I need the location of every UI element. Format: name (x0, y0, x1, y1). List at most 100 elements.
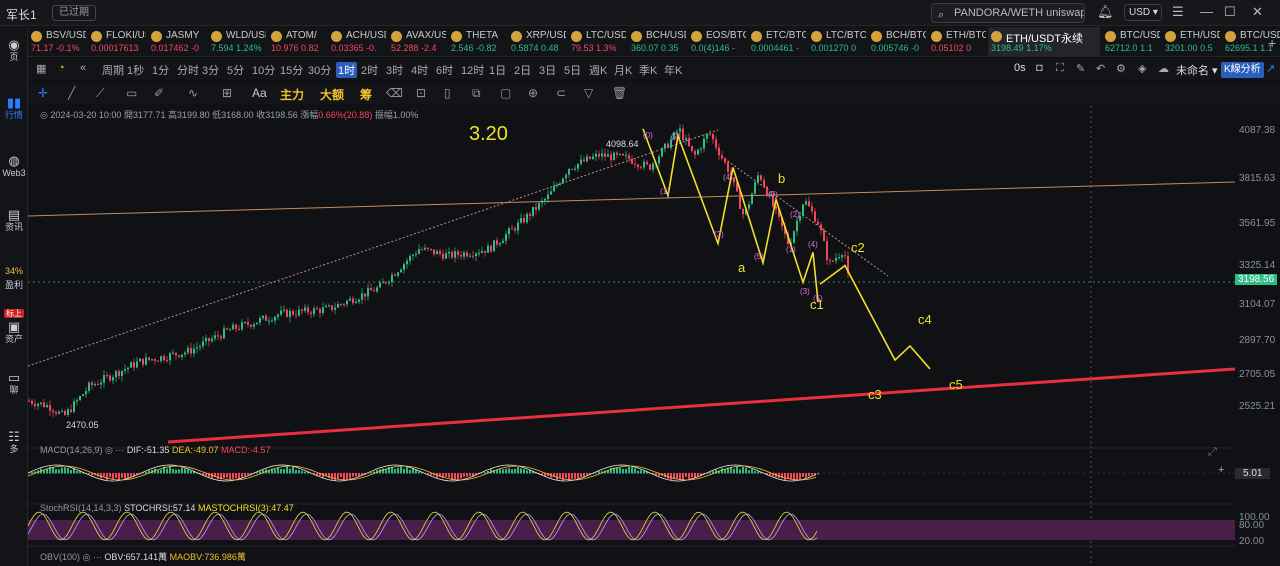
timeframe-3[interactable]: 分时 (177, 62, 199, 78)
sidebar-item-web3[interactable]: ◍ Web3 (0, 154, 28, 179)
lock-icon[interactable]: ⊡ (416, 86, 426, 100)
panel-expand-icon[interactable]: ⤢ (1208, 446, 1217, 459)
timeframe-6[interactable]: 10分 (252, 62, 275, 78)
rect-tool-icon[interactable]: ▭ (126, 86, 137, 100)
ticker-item[interactable]: BTC/USD 62712.0 1.1 (1102, 27, 1160, 56)
timeframe-8[interactable]: 30分 (308, 62, 331, 78)
ticker-item[interactable]: FLOKI/USD0.00017613 (88, 27, 146, 56)
cloud-icon[interactable]: ☁ (1158, 62, 1169, 75)
period-back-icon[interactable]: « (80, 62, 86, 74)
pen-tool-icon[interactable]: ✐ (154, 86, 164, 100)
filter-icon[interactable]: ▽ (584, 86, 593, 100)
price-axis[interactable]: 3198.56 5.01 100.00 80.00 20.00 4087.38 3… (1235, 106, 1280, 566)
ticker-item[interactable]: ATOM/10.976 0.82 (268, 27, 326, 56)
copy-icon[interactable]: ⧉ (472, 86, 481, 101)
wave-tool-icon[interactable]: ∿ (188, 86, 198, 100)
kline-analysis-button[interactable]: K線分析 (1221, 62, 1264, 78)
line-tool-icon[interactable]: ╱ (68, 86, 75, 100)
crosshair-icon[interactable]: ✛ (38, 86, 48, 100)
timeframe-7[interactable]: 15分 (280, 62, 303, 78)
sidebar-item-news[interactable]: ▤ 资讯 (0, 208, 28, 233)
delete-icon[interactable]: 🗑︎ (612, 86, 627, 100)
price-chart[interactable]: 3.20 4098.64 2470.05 a b c1 c2 c3 c4 c5 … (28, 106, 1235, 566)
ticker-item[interactable]: ACH/USD0.03365 -0. (328, 27, 386, 56)
text-tool[interactable]: Aa (252, 86, 267, 100)
timeframe-13[interactable]: 6时 (436, 62, 453, 78)
candle (235, 324, 237, 329)
timeframe-14[interactable]: 12时 (461, 62, 484, 78)
timeframe-17[interactable]: 3日 (539, 62, 556, 78)
ticker-item[interactable]: THETA 2.546 -0.82 (448, 27, 506, 56)
timeframe-18[interactable]: 5日 (564, 62, 581, 78)
eraser-icon[interactable]: ⌫ (386, 86, 403, 100)
clock-icon[interactable]: ◔ (58, 62, 65, 74)
sidebar-item-more[interactable]: ☷ 多 (0, 430, 28, 455)
timeframe-12[interactable]: 4时 (411, 62, 428, 78)
sidebar-item-profit[interactable]: 盈利 (0, 279, 28, 291)
main-force-tool[interactable]: 主力 (280, 86, 304, 103)
window-menu-icon[interactable]: ☰ (1172, 4, 1184, 20)
ticker-item[interactable]: ETH/USDT永续 3198.49 1.17% (988, 27, 1100, 56)
cube-icon[interactable]: ◈ (1138, 62, 1146, 75)
measure-tool-icon[interactable]: ⊞ (222, 86, 232, 100)
ticker-item[interactable]: LTC/BTC 0.001270 0 (808, 27, 866, 56)
candle (829, 260, 831, 262)
close-icon[interactable]: ✕ (1252, 4, 1263, 20)
ticker-item[interactable]: ETC/BTC 0.0004461 - (748, 27, 806, 56)
ray-tool-icon[interactable]: ⟋ (96, 86, 104, 101)
ticker-item[interactable]: WLD/USD7.594 1.24% (208, 27, 266, 56)
currency-select[interactable]: USD ▾ (1124, 4, 1162, 21)
sidebar-item-asset[interactable]: ▣ 资产 (0, 320, 28, 345)
timeframe-22[interactable]: 年K (664, 62, 682, 78)
calendar-icon[interactable]: ▦ (36, 62, 46, 75)
ticker-item[interactable]: LTC/USD 79.53 1.3% (568, 27, 626, 56)
ticker-item[interactable]: AVAX/USD52.288 -2.4 (388, 27, 446, 56)
ticker-item[interactable]: EOS/BTC 0.0(4)146 - (688, 27, 746, 56)
timeframe-2[interactable]: 1分 (152, 62, 169, 78)
maximize-icon[interactable]: ☐ (1224, 4, 1236, 20)
sidebar-item-home[interactable]: ◉ 页 (0, 38, 28, 63)
ticker-item[interactable]: XRP/USD0.5874 0.48 (508, 27, 566, 56)
timeframe-11[interactable]: 3时 (386, 62, 403, 78)
sidebar-item-market[interactable]: ▮▮ 行情 (0, 96, 28, 121)
ticker-item[interactable]: BSV/USD 71.17 -0.1% (28, 27, 86, 56)
edit-icon[interactable]: ✎ (1076, 62, 1085, 75)
ticker-item[interactable]: ETH/BTC 0.05102 0 (928, 27, 986, 56)
candle-icon[interactable]: ▯ (444, 86, 451, 100)
ticker-item[interactable]: JASMY 0.017462 -0 (148, 27, 206, 56)
fullscreen-icon[interactable]: ⛶ (1056, 62, 1064, 75)
sidebar-item-chat[interactable]: ▭ 聊 (0, 371, 28, 396)
layout-name[interactable]: 未命名 ▾ (1176, 62, 1218, 78)
timeframe-1[interactable]: 1秒 (127, 62, 144, 78)
zoom-icon[interactable]: ⊕ (528, 86, 538, 100)
clipboard-icon[interactable]: ▢ (500, 86, 511, 100)
timeframe-4[interactable]: 3分 (202, 62, 219, 78)
ticker-item[interactable]: ETH/USD 3201.00 0.5 (1162, 27, 1220, 56)
ticker-item[interactable]: BCH/BTC 0.005746 -0 (868, 27, 926, 56)
add-indicator-icon[interactable]: + (1218, 464, 1224, 476)
ticker-item[interactable]: BCH/USD360.07 0.35 (628, 27, 686, 56)
candle (565, 174, 567, 179)
undo-icon[interactable]: ↶ (1096, 62, 1105, 75)
timeframe-15[interactable]: 1日 (489, 62, 506, 78)
trend-icon[interactable]: ↗ (1266, 62, 1275, 75)
candle (415, 253, 417, 255)
macd-bar (55, 469, 57, 474)
chip-tool[interactable]: 筹 (360, 86, 372, 103)
timeframe-19[interactable]: 週K (589, 62, 607, 78)
big-order-tool[interactable]: 大额 (320, 86, 344, 103)
timeframe-5[interactable]: 5分 (227, 62, 244, 78)
timeframe-10[interactable]: 2时 (361, 62, 378, 78)
settings-icon[interactable]: ⚙ (1116, 62, 1126, 75)
magnet-icon[interactable]: ⊂ (556, 86, 566, 100)
timeframe-21[interactable]: 季K (639, 62, 657, 78)
timeframe-20[interactable]: 月K (614, 62, 632, 78)
add-tab-icon[interactable]: + (1268, 35, 1276, 51)
bell-icon[interactable]: 🔔︎ (1097, 4, 1114, 20)
timeframe-9[interactable]: 1时 (336, 62, 358, 78)
minimize-icon[interactable]: — (1200, 4, 1213, 19)
timeframe-0[interactable]: 周期 (102, 62, 124, 78)
camera-icon[interactable]: ◘ (1036, 62, 1043, 74)
timeframe-16[interactable]: 2日 (514, 62, 531, 78)
search-input[interactable]: ⌕ PANDORA/WETH uniswap (931, 3, 1085, 23)
